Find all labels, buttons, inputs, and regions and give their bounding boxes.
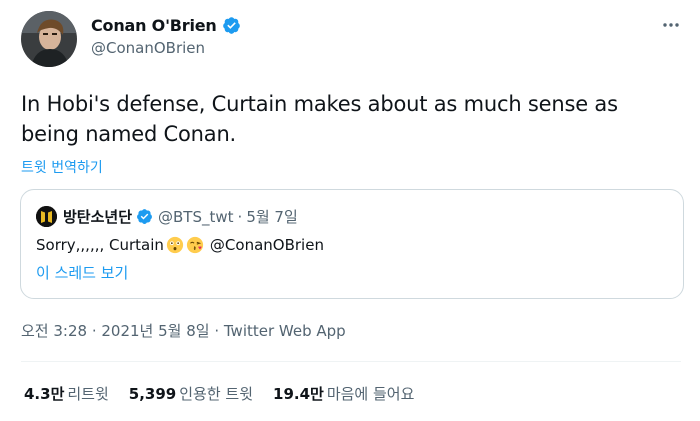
quote-mention[interactable]: @ConanOBrien [210,236,324,254]
quote-body: Sorry,,,,,, Curtain @ConanOBrien [36,236,324,254]
tweet-source-app[interactable]: Twitter Web App [224,322,346,340]
tweet-stats: 4.3만 리트윗 5,399 인용한 트윗 19.4만 마음에 들어요 [24,383,434,404]
author-display-name[interactable]: Conan O'Brien [91,16,217,35]
author-handle[interactable]: @ConanOBrien [91,39,205,57]
quote-avatar [36,206,57,227]
quote-body-text: Sorry,,,,,, Curtain [36,236,164,254]
quote-tweets-stat[interactable]: 5,399 인용한 트윗 [129,383,253,404]
more-options-icon[interactable] [659,14,683,36]
retweets-stat[interactable]: 4.3만 리트윗 [24,383,109,404]
author-avatar[interactable] [21,11,77,67]
quote-handle: @BTS_twt [158,207,234,226]
likes-label: 마음에 들어요 [326,385,415,403]
quote-verified-badge-icon [137,209,152,224]
kiss-face-emoji [186,236,204,254]
quote-date: 5월 7일 [246,208,298,226]
quote-separator: · [237,207,243,226]
verified-badge-icon [222,17,240,34]
quoted-tweet-card[interactable]: 방탄소년단 @BTS_twt · 5월 7일 Sorry,,,,,, Curta… [20,189,684,299]
tweet-timestamp[interactable]: 오전 3:28 · 2021년 5월 8일 · [21,322,219,340]
divider [21,361,681,362]
tweet-meta: 오전 3:28 · 2021년 5월 8일 · Twitter Web App [21,320,346,341]
retweets-count: 4.3만 [24,385,65,403]
show-thread-link[interactable]: 이 스레드 보기 [36,262,128,283]
likes-stat[interactable]: 19.4만 마음에 들어요 [273,383,414,404]
quote-tweets-label: 인용한 트윗 [179,385,254,403]
retweets-label: 리트윗 [67,385,109,403]
flushed-face-emoji [166,236,184,254]
quote-tweets-count: 5,399 [128,385,177,403]
likes-count: 19.4만 [273,385,324,403]
translate-tweet-link[interactable]: 트윗 번역하기 [21,157,103,177]
tweet-text: In Hobi's defense, Curtain makes about a… [21,92,618,146]
avatar-photo [21,11,77,67]
quote-display-name: 방탄소년단 [63,208,133,226]
bts-logo-icon [36,206,57,227]
